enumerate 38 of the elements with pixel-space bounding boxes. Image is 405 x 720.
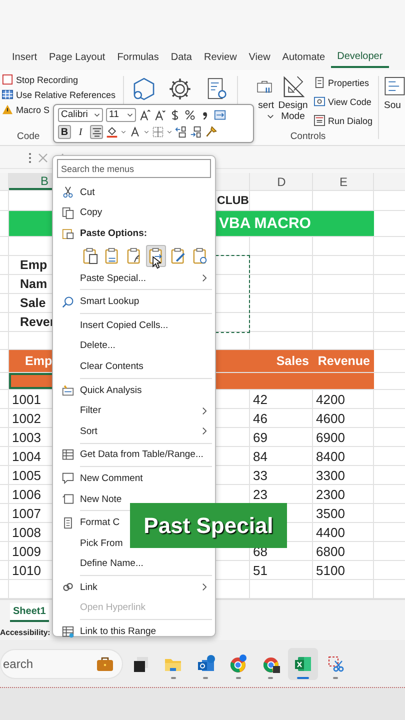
table-cell-text: 69 [252,428,268,446]
table-cell-text: 8400 [315,448,346,465]
table-cell-text: 4400 [315,524,346,541]
cell-text: 1007 [12,506,41,520]
cell-text: CLUB [217,194,249,206]
table-cell-text: 42 [252,390,268,408]
table-cell-text: 2300 [315,486,346,503]
table-cell-text: 33 [252,466,268,484]
cell-text: Nam [20,277,48,291]
table-cell-text: 3300 [315,466,346,484]
table-cell-text: 84 [252,448,268,465]
cell-text: Emp [20,258,48,272]
cell-text: 1004 [12,448,41,464]
title-text: VBA MACRO [219,215,311,232]
table-cell-text: 23 [252,486,268,503]
table-cell-text: 5100 [315,562,346,579]
table-cell-text: 3500 [315,504,346,522]
menu-heading: Paste Options: [56,223,150,244]
table-cell-text: 4600 [315,410,346,427]
table-cell-text: 6800 [315,542,346,560]
table-cell-text: 4200 [315,390,346,408]
header-cell: Sales [250,350,313,372]
cell-text: 1001 [12,392,41,406]
table-cell-text: 6900 [315,428,346,446]
group-label: Code [17,131,40,142]
cell-text: Sale [20,296,46,310]
group-label: Controls [289,131,327,142]
caption-text: Past Special [144,512,274,538]
cell-text: 1009 [12,544,41,558]
cell-text: 1003 [12,430,41,444]
cell-text: 1002 [12,410,41,426]
cell-text: 1006 [12,486,41,502]
cell-text: 1008 [12,524,41,540]
table-cell-text: 46 [252,410,268,427]
cell-text: 1005 [12,468,41,482]
cell-text: 1010 [12,562,41,578]
table-cell-text: 51 [252,562,268,579]
header-cell: Revenue [313,350,374,372]
